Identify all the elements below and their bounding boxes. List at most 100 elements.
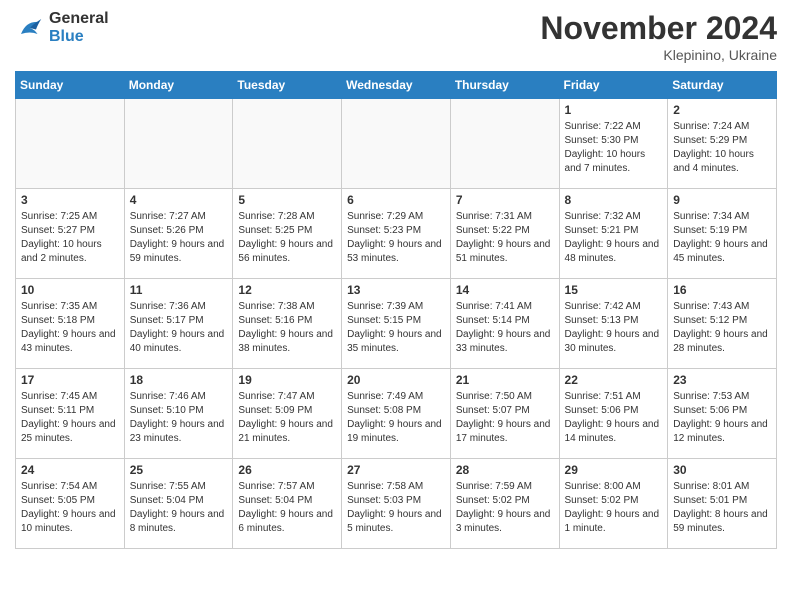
logo-icon: [15, 13, 45, 43]
day-cell-w5-d4: 27 Sunrise: 7:58 AM Sunset: 5:03 PM Dayli…: [342, 459, 451, 549]
day-number: 25: [130, 463, 228, 477]
day-cell-w4-d4: 20 Sunrise: 7:49 AM Sunset: 5:08 PM Dayli…: [342, 369, 451, 459]
day-number: 8: [565, 193, 663, 207]
day-cell-w3-d6: 15 Sunrise: 7:42 AM Sunset: 5:13 PM Dayli…: [559, 279, 668, 369]
col-wednesday: Wednesday: [342, 72, 451, 99]
day-cell-w2-d3: 5Sunrise: 7:28 AM Sunset: 5:25 PM Daylig…: [233, 189, 342, 279]
day-info: Sunrise: 7:29 AM Sunset: 5:23 PM Dayligh…: [347, 210, 445, 266]
col-tuesday: Tuesday: [233, 72, 342, 99]
day-info: Sunrise: 7:51 AM Sunset: 5:06 PM Dayligh…: [565, 390, 663, 446]
day-info: Sunrise: 7:49 AM Sunset: 5:08 PM Dayligh…: [347, 390, 445, 446]
day-cell-w1-d4: [342, 99, 451, 189]
day-number: 21: [456, 373, 554, 387]
week-row-2: 3 Sunrise: 7:25 AM Sunset: 5:27 PM Daylig…: [16, 189, 777, 279]
day-cell-w4-d1: 17Sunrise: 7:45 AM Sunset: 5:11 PM Dayli…: [16, 369, 125, 459]
day-cell-w4-d2: 18Sunrise: 7:46 AM Sunset: 5:10 PM Dayli…: [124, 369, 233, 459]
week-row-3: 10 Sunrise: 7:35 AM Sunset: 5:18 PM Dayli…: [16, 279, 777, 369]
day-number: 23: [673, 373, 771, 387]
calendar-subtitle: Klepinino, Ukraine: [540, 47, 777, 63]
day-info: Sunrise: 7:38 AM Sunset: 5:16 PM Dayligh…: [238, 300, 336, 356]
day-cell-w2-d7: 9 Sunrise: 7:34 AM Sunset: 5:19 PM Daylig…: [668, 189, 777, 279]
day-info: Sunrise: 7:31 AM Sunset: 5:22 PM Dayligh…: [456, 210, 554, 266]
day-cell-w1-d1: [16, 99, 125, 189]
day-number: 2: [673, 103, 771, 117]
calendar-table: Sunday Monday Tuesday Wednesday Thursday…: [15, 71, 777, 549]
day-number: 30: [673, 463, 771, 477]
title-section: November 2024 Klepinino, Ukraine: [540, 10, 777, 63]
day-info: Sunrise: 7:59 AM Sunset: 5:02 PM Dayligh…: [456, 480, 554, 536]
day-info: Sunrise: 7:42 AM Sunset: 5:13 PM Dayligh…: [565, 300, 663, 356]
day-number: 18: [130, 373, 228, 387]
day-number: 5: [238, 193, 336, 207]
day-number: 12: [238, 283, 336, 297]
day-info: Sunrise: 7:58 AM Sunset: 5:03 PM Dayligh…: [347, 480, 445, 536]
day-number: 13: [347, 283, 445, 297]
day-info: Sunrise: 7:32 AM Sunset: 5:21 PM Dayligh…: [565, 210, 663, 266]
col-thursday: Thursday: [450, 72, 559, 99]
day-number: 17: [21, 373, 119, 387]
day-cell-w5-d1: 24 Sunrise: 7:54 AM Sunset: 5:05 PM Dayli…: [16, 459, 125, 549]
day-info: Sunrise: 7:25 AM Sunset: 5:27 PM Dayligh…: [21, 210, 119, 266]
week-row-4: 17Sunrise: 7:45 AM Sunset: 5:11 PM Dayli…: [16, 369, 777, 459]
day-info: Sunrise: 7:57 AM Sunset: 5:04 PM Dayligh…: [238, 480, 336, 536]
day-cell-w3-d3: 12 Sunrise: 7:38 AM Sunset: 5:16 PM Dayli…: [233, 279, 342, 369]
day-number: 19: [238, 373, 336, 387]
day-cell-w3-d2: 11 Sunrise: 7:36 AM Sunset: 5:17 PM Dayli…: [124, 279, 233, 369]
day-cell-w3-d1: 10 Sunrise: 7:35 AM Sunset: 5:18 PM Dayli…: [16, 279, 125, 369]
calendar-title: November 2024: [540, 10, 777, 47]
day-cell-w5-d3: 26Sunrise: 7:57 AM Sunset: 5:04 PM Dayli…: [233, 459, 342, 549]
day-number: 16: [673, 283, 771, 297]
day-number: 6: [347, 193, 445, 207]
week-row-1: 1Sunrise: 7:22 AM Sunset: 5:30 PM Daylig…: [16, 99, 777, 189]
day-cell-w4-d6: 22Sunrise: 7:51 AM Sunset: 5:06 PM Dayli…: [559, 369, 668, 459]
logo: General Blue: [15, 10, 109, 46]
day-number: 3: [21, 193, 119, 207]
day-number: 27: [347, 463, 445, 477]
day-number: 15: [565, 283, 663, 297]
day-info: Sunrise: 7:39 AM Sunset: 5:15 PM Dayligh…: [347, 300, 445, 356]
day-number: 10: [21, 283, 119, 297]
day-number: 20: [347, 373, 445, 387]
day-cell-w1-d6: 1Sunrise: 7:22 AM Sunset: 5:30 PM Daylig…: [559, 99, 668, 189]
logo-text: General Blue: [49, 10, 109, 46]
day-cell-w2-d5: 7 Sunrise: 7:31 AM Sunset: 5:22 PM Daylig…: [450, 189, 559, 279]
day-info: Sunrise: 7:50 AM Sunset: 5:07 PM Dayligh…: [456, 390, 554, 446]
day-info: Sunrise: 7:27 AM Sunset: 5:26 PM Dayligh…: [130, 210, 228, 266]
day-info: Sunrise: 7:55 AM Sunset: 5:04 PM Dayligh…: [130, 480, 228, 536]
day-number: 4: [130, 193, 228, 207]
day-cell-w4-d5: 21 Sunrise: 7:50 AM Sunset: 5:07 PM Dayli…: [450, 369, 559, 459]
calendar-header-row: Sunday Monday Tuesday Wednesday Thursday…: [16, 72, 777, 99]
day-info: Sunrise: 7:22 AM Sunset: 5:30 PM Dayligh…: [565, 120, 663, 176]
day-number: 29: [565, 463, 663, 477]
header: General Blue November 2024 Klepinino, Uk…: [15, 10, 777, 63]
day-cell-w1-d2: [124, 99, 233, 189]
day-cell-w3-d5: 14Sunrise: 7:41 AM Sunset: 5:14 PM Dayli…: [450, 279, 559, 369]
day-cell-w5-d5: 28 Sunrise: 7:59 AM Sunset: 5:02 PM Dayli…: [450, 459, 559, 549]
day-cell-w5-d7: 30 Sunrise: 8:01 AM Sunset: 5:01 PM Dayli…: [668, 459, 777, 549]
day-info: Sunrise: 8:00 AM Sunset: 5:02 PM Dayligh…: [565, 480, 663, 536]
day-info: Sunrise: 7:34 AM Sunset: 5:19 PM Dayligh…: [673, 210, 771, 266]
day-info: Sunrise: 7:54 AM Sunset: 5:05 PM Dayligh…: [21, 480, 119, 536]
day-number: 11: [130, 283, 228, 297]
day-info: Sunrise: 7:35 AM Sunset: 5:18 PM Dayligh…: [21, 300, 119, 356]
day-cell-w4-d3: 19 Sunrise: 7:47 AM Sunset: 5:09 PM Dayli…: [233, 369, 342, 459]
day-info: Sunrise: 8:01 AM Sunset: 5:01 PM Dayligh…: [673, 480, 771, 536]
day-number: 24: [21, 463, 119, 477]
col-saturday: Saturday: [668, 72, 777, 99]
day-info: Sunrise: 7:36 AM Sunset: 5:17 PM Dayligh…: [130, 300, 228, 356]
day-number: 28: [456, 463, 554, 477]
day-cell-w1-d3: [233, 99, 342, 189]
day-cell-w3-d4: 13 Sunrise: 7:39 AM Sunset: 5:15 PM Dayli…: [342, 279, 451, 369]
day-number: 14: [456, 283, 554, 297]
day-number: 7: [456, 193, 554, 207]
day-info: Sunrise: 7:47 AM Sunset: 5:09 PM Dayligh…: [238, 390, 336, 446]
day-number: 9: [673, 193, 771, 207]
day-cell-w1-d7: 2 Sunrise: 7:24 AM Sunset: 5:29 PM Daylig…: [668, 99, 777, 189]
day-cell-w3-d7: 16Sunrise: 7:43 AM Sunset: 5:12 PM Dayli…: [668, 279, 777, 369]
col-friday: Friday: [559, 72, 668, 99]
day-cell-w5-d6: 29 Sunrise: 8:00 AM Sunset: 5:02 PM Dayli…: [559, 459, 668, 549]
day-info: Sunrise: 7:24 AM Sunset: 5:29 PM Dayligh…: [673, 120, 771, 176]
day-cell-w4-d7: 23Sunrise: 7:53 AM Sunset: 5:06 PM Dayli…: [668, 369, 777, 459]
day-cell-w2-d2: 4 Sunrise: 7:27 AM Sunset: 5:26 PM Daylig…: [124, 189, 233, 279]
day-cell-w2-d4: 6 Sunrise: 7:29 AM Sunset: 5:23 PM Daylig…: [342, 189, 451, 279]
